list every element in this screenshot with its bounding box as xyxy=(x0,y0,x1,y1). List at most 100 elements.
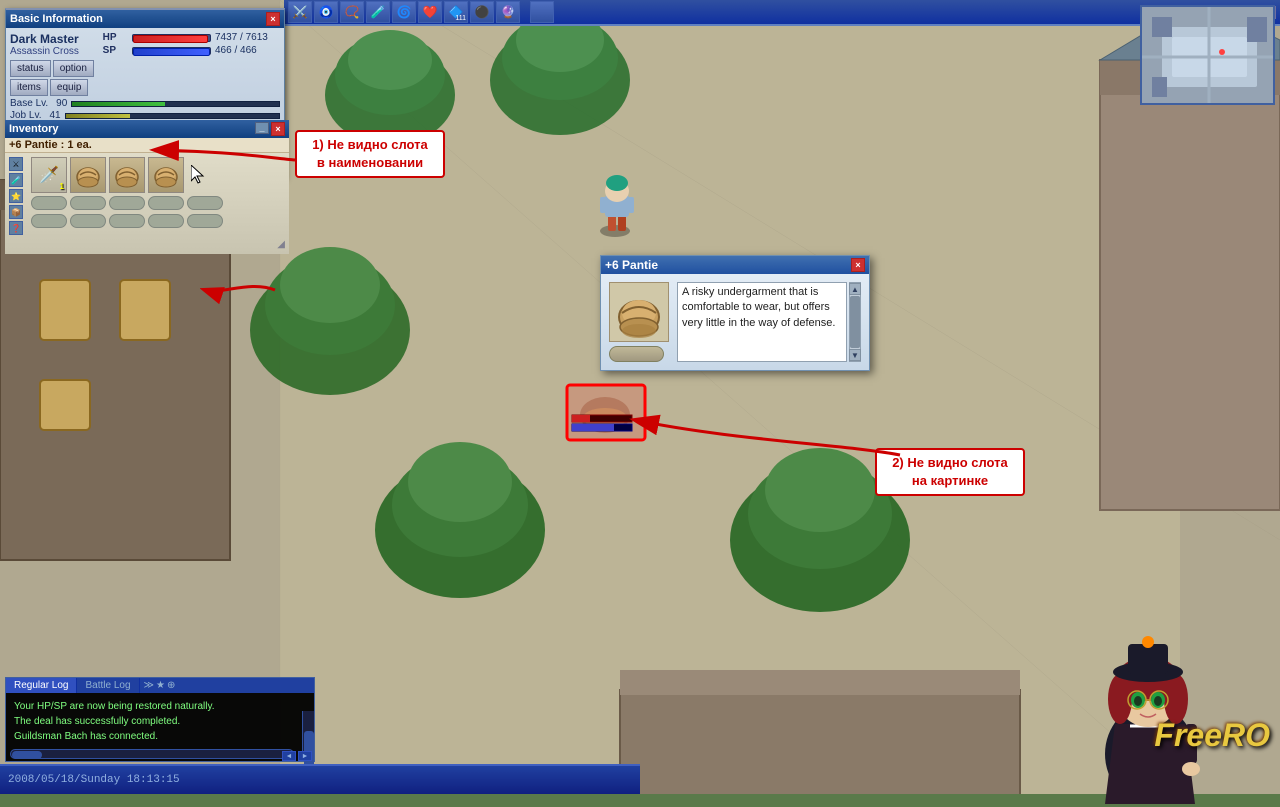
item-scrollbar[interactable]: ▲ ▼ xyxy=(849,282,861,362)
inv-empty-slot-6 xyxy=(31,214,67,228)
item-popup-image xyxy=(609,282,669,342)
inventory-body: ⚔ 🧪 ⭐ 📦 ❓ 🗡️ 1 xyxy=(5,153,289,254)
level-info: Base Lv. 90 xyxy=(10,98,67,109)
inv-empty-slot-8 xyxy=(109,214,145,228)
char-class: Assassin Cross xyxy=(10,46,99,57)
chat-tabs: Regular Log Battle Log ≫ ★ ⊕ xyxy=(6,678,314,693)
chat-area: Regular Log Battle Log ≫ ★ ⊕ Your HP/SP … xyxy=(5,677,315,762)
sp-label: SP xyxy=(103,45,128,56)
option-btn[interactable]: option xyxy=(53,60,94,77)
item-shadow xyxy=(609,346,664,362)
chat-icon-3[interactable]: ⊕ xyxy=(167,680,175,691)
chat-msg-1: Your HP/SP are now being restored natura… xyxy=(14,699,294,714)
hp-value: 7437 / 7613 xyxy=(215,32,280,43)
inv-slot-pantie1[interactable] xyxy=(70,157,106,193)
status-btn[interactable]: status xyxy=(10,60,51,77)
items-btn[interactable]: items xyxy=(10,79,48,96)
scrollbar-up[interactable]: ▲ xyxy=(849,283,861,295)
scroll-arrows: ◄ ► xyxy=(282,751,312,761)
sp-bar xyxy=(133,48,210,56)
scroll-right-btn[interactable]: ► xyxy=(298,751,312,761)
freero-logo: FreeRO xyxy=(1154,717,1270,754)
action-bar: ⚔️ 🧿 📿 🧪 🌀 ❤️ 🔷 111 ⚫ 🔮 111 1 xyxy=(284,0,1280,26)
pantie-icon-3 xyxy=(152,161,180,189)
inv-filter-btn-5[interactable]: ❓ xyxy=(9,221,23,235)
base-exp-fill xyxy=(72,102,165,106)
item-popup-body: A risky undergarment that is comfortable… xyxy=(601,274,869,370)
action-slot-5[interactable]: 🌀 xyxy=(392,1,416,23)
cursor-indicator xyxy=(187,157,211,193)
chat-icon-2[interactable]: ★ xyxy=(156,680,165,691)
hp-label: HP xyxy=(103,32,128,43)
base-exp-bar xyxy=(71,101,280,107)
red-arrow-1 xyxy=(200,275,280,308)
scroll-left-btn[interactable]: ◄ xyxy=(282,751,296,761)
item-popup-close[interactable]: × xyxy=(851,258,865,272)
inventory-resize[interactable]: ◢ xyxy=(9,239,285,250)
minimap xyxy=(1140,5,1275,105)
chat-hscroll-thumb[interactable] xyxy=(12,751,42,759)
inv-filter-btn-2[interactable]: 🧪 xyxy=(9,173,23,187)
inv-filter-btn-3[interactable]: ⭐ xyxy=(9,189,23,203)
timestamp: 2008/05/18/Sunday 18:13:15 xyxy=(8,774,180,786)
job-exp-fill xyxy=(66,114,130,118)
inventory-subtitle: +6 Pantie : 1 ea. xyxy=(5,138,289,153)
inv-empty-slot-10 xyxy=(187,214,223,228)
annotation-2: 2) Не видно слота на картинке xyxy=(875,448,1025,496)
inv-filter-btn-4[interactable]: 📦 xyxy=(9,205,23,219)
chat-messages: Your HP/SP are now being restored natura… xyxy=(10,696,298,747)
action-slot-count: 111 xyxy=(455,15,466,22)
equip-btn[interactable]: equip xyxy=(50,79,88,96)
action-slot-6[interactable]: ❤️ xyxy=(418,1,442,23)
inv-empty-slot-5 xyxy=(187,196,223,210)
status-bar: 2008/05/18/Sunday 18:13:15 xyxy=(0,764,640,794)
inventory-minimize[interactable]: _ xyxy=(255,122,269,134)
inv-slot-pantie2[interactable] xyxy=(109,157,145,193)
action-slot-9[interactable]: 🔮 xyxy=(496,1,520,23)
cursor-icon xyxy=(191,165,207,185)
char-name: Dark Master xyxy=(10,32,99,46)
action-slot-8[interactable]: ⚫ xyxy=(470,1,494,23)
item-popup: +6 Pantie × A risky undergarment that is… xyxy=(600,255,870,371)
annotation-1: 1) Не видно слота в наименовании xyxy=(295,130,445,178)
inv-slot-pantie3[interactable] xyxy=(148,157,184,193)
red-arrow-svg-1 xyxy=(200,275,280,305)
inv-empty-slot-3 xyxy=(109,196,145,210)
base-lv-label: Base Lv. xyxy=(10,98,48,109)
inventory-close[interactable]: × xyxy=(271,122,285,136)
pantie-large-icon xyxy=(612,285,667,340)
item-description: A risky undergarment that is comfortable… xyxy=(677,282,847,362)
job-exp-bar xyxy=(65,113,280,119)
inventory-title-bar: Inventory _ × xyxy=(5,120,289,138)
base-lv-value: 90 xyxy=(56,98,67,109)
sp-bar-container xyxy=(132,47,211,55)
pantie-icon-1 xyxy=(74,161,102,189)
action-slot-3[interactable]: 📿 xyxy=(340,1,364,23)
scrollbar-down[interactable]: ▼ xyxy=(849,349,861,361)
inventory-title: Inventory xyxy=(9,123,59,135)
chat-icon-1[interactable]: ≫ xyxy=(144,680,154,691)
inv-item-count-dagger: 1 xyxy=(60,182,64,191)
chat-msg-3: Guildsman Bach has connected. xyxy=(14,729,294,744)
minimap-content xyxy=(1142,7,1275,105)
inv-empty-slot-2 xyxy=(70,196,106,210)
inv-slot-dagger[interactable]: 🗡️ 1 xyxy=(31,157,67,193)
hp-bar xyxy=(133,35,208,43)
action-slot-7[interactable]: 🔷 111 xyxy=(444,1,468,23)
action-slot-1[interactable]: ⚔️ xyxy=(288,1,312,23)
action-slot-4[interactable]: 🧪 xyxy=(366,1,390,23)
inv-empty-slot-7 xyxy=(70,214,106,228)
sp-value: 466 / 466 xyxy=(215,45,280,56)
chat-tab-icons: ≫ ★ ⊕ xyxy=(140,678,180,693)
scrollbar-thumb[interactable] xyxy=(850,296,860,348)
chat-msg-2: The deal has successfully completed. xyxy=(14,714,294,729)
inventory-panel: Inventory _ × +6 Pantie : 1 ea. ⚔ 🧪 ⭐ 📦 … xyxy=(5,120,289,254)
chat-tab-regular[interactable]: Regular Log xyxy=(6,678,77,693)
action-slot-10[interactable] xyxy=(530,1,554,23)
chat-hscrollbar[interactable] xyxy=(10,749,294,759)
inv-filter-btn-1[interactable]: ⚔ xyxy=(9,157,23,171)
action-slot-2[interactable]: 🧿 xyxy=(314,1,338,23)
chat-tab-battle[interactable]: Battle Log xyxy=(77,678,139,693)
mascot-svg xyxy=(1040,624,1240,804)
basic-info-close[interactable]: × xyxy=(266,12,280,26)
